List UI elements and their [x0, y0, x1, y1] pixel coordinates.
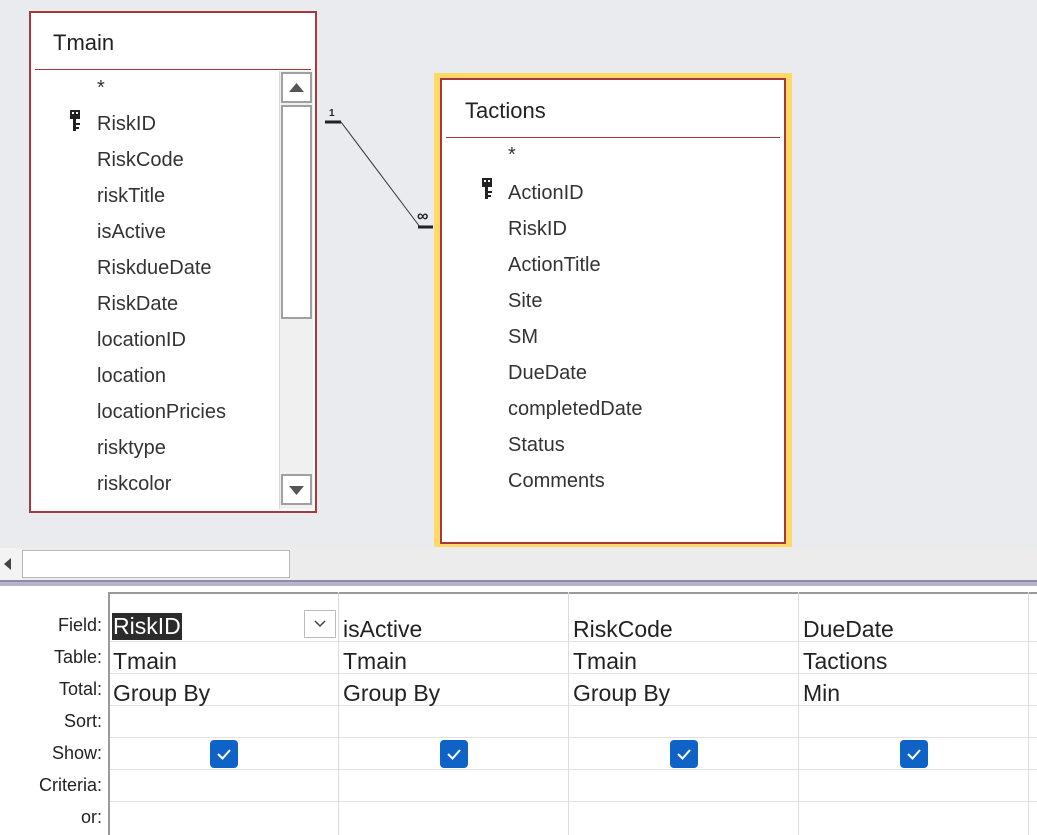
field-item-riskcode[interactable]: RiskCode: [97, 149, 184, 172]
show-checkbox-col4[interactable]: [900, 740, 928, 768]
total-cell-col1[interactable]: Group By: [113, 680, 210, 707]
table-cell-col1[interactable]: Tmain: [113, 648, 177, 675]
field-item-riskcolor[interactable]: riskcolor: [97, 473, 171, 496]
field-item-locationid[interactable]: locationID: [97, 329, 186, 352]
grid-top-border: [108, 592, 1037, 594]
scroll-thumb[interactable]: [281, 105, 312, 319]
show-checkbox-col3[interactable]: [670, 740, 698, 768]
key-icon: [482, 178, 492, 199]
grid-row-divider: [108, 737, 1037, 738]
field-item-all[interactable]: *: [97, 77, 105, 100]
total-cell-col4[interactable]: Min: [803, 680, 840, 707]
field-item-isactive[interactable]: isActive: [97, 221, 166, 244]
total-cell-col3[interactable]: Group By: [573, 680, 670, 707]
triangle-left-icon: [4, 558, 11, 570]
field-item-sm[interactable]: SM: [508, 326, 538, 349]
grid-col-divider: [338, 592, 339, 835]
field-cell-col3[interactable]: RiskCode: [573, 616, 673, 643]
field-item-duedate[interactable]: DueDate: [508, 362, 587, 385]
field-item-location[interactable]: location: [97, 365, 166, 388]
field-list-scrollbar[interactable]: [279, 71, 313, 509]
table-cell-col3[interactable]: Tmain: [573, 648, 637, 675]
key-icon: [70, 110, 80, 131]
query-design-grid[interactable]: Field: Table: Total: Sort: Show: Criteri…: [0, 586, 1037, 835]
field-item-all[interactable]: *: [508, 144, 516, 167]
check-icon: [447, 749, 461, 760]
grid-col-divider: [1028, 592, 1029, 835]
field-item-riskid[interactable]: RiskID: [508, 218, 567, 241]
chevron-down-icon: [314, 620, 326, 628]
horizontal-scroll-thumb[interactable]: [22, 550, 290, 578]
row-label-show: Show:: [51, 743, 102, 763]
row-label-or: or:: [80, 807, 102, 827]
field-item-risktype[interactable]: risktype: [97, 437, 166, 460]
field-item-site[interactable]: Site: [508, 290, 542, 313]
field-item-actionid[interactable]: ActionID: [508, 182, 584, 205]
field-item-riskduedate[interactable]: RiskdueDate: [97, 257, 212, 280]
table-window-tactions[interactable]: Tactions * ActionID RiskID ActionTitle S…: [440, 78, 786, 544]
field-value-selected: RiskID: [112, 613, 182, 640]
field-cell-col2[interactable]: isActive: [343, 616, 422, 643]
relationship-one-label: 1: [329, 108, 335, 119]
field-dropdown-button[interactable]: [304, 610, 336, 638]
table-title-tmain[interactable]: Tmain: [53, 30, 114, 56]
grid-row-divider: [108, 801, 1037, 802]
table-title-tactions[interactable]: Tactions: [465, 98, 546, 124]
triangle-up-icon: [289, 83, 304, 92]
field-item-status[interactable]: Status: [508, 434, 565, 457]
row-label-criteria: Criteria:: [38, 775, 102, 795]
row-label-field: Field:: [57, 615, 102, 635]
row-label-sort: Sort:: [63, 711, 102, 731]
grid-col-divider: [568, 592, 569, 835]
field-item-riskdate[interactable]: RiskDate: [97, 293, 178, 316]
field-cell-col4[interactable]: DueDate: [803, 616, 894, 643]
grid-row-divider: [108, 769, 1037, 770]
grid-col-divider: [798, 592, 799, 835]
title-divider: [446, 137, 780, 138]
field-item-actiontitle[interactable]: ActionTitle: [508, 254, 601, 277]
check-icon: [677, 749, 691, 760]
field-item-risktitle[interactable]: riskTitle: [97, 185, 165, 208]
check-icon: [217, 749, 231, 760]
field-item-completeddate[interactable]: completedDate: [508, 398, 643, 421]
row-label-table: Table:: [53, 647, 102, 667]
row-label-total: Total:: [58, 679, 102, 699]
show-checkbox-col2[interactable]: [440, 740, 468, 768]
triangle-down-icon: [289, 486, 304, 495]
design-horizontal-scrollbar[interactable]: [0, 548, 1037, 580]
table-cell-col4[interactable]: Tactions: [803, 648, 887, 675]
field-item-locationpricies[interactable]: locationPricies: [97, 401, 226, 424]
query-design-area[interactable]: 1 ∞ Tmain * RiskID RiskCode riskTitle is…: [0, 0, 1037, 548]
title-divider: [35, 69, 311, 70]
check-icon: [907, 749, 921, 760]
scroll-left-button[interactable]: [0, 548, 22, 580]
show-checkbox-col1[interactable]: [210, 740, 238, 768]
total-cell-col2[interactable]: Group By: [343, 680, 440, 707]
table-cell-col2[interactable]: Tmain: [343, 648, 407, 675]
table-window-tmain[interactable]: Tmain * RiskID RiskCode riskTitle isActi…: [29, 11, 317, 513]
field-item-riskid[interactable]: RiskID: [97, 113, 156, 136]
field-cell-col1[interactable]: RiskID: [110, 610, 338, 641]
field-item-comments[interactable]: Comments: [508, 470, 605, 493]
relationship-many-label: ∞: [417, 208, 429, 225]
scroll-down-button[interactable]: [281, 474, 312, 505]
scroll-up-button[interactable]: [281, 72, 312, 103]
